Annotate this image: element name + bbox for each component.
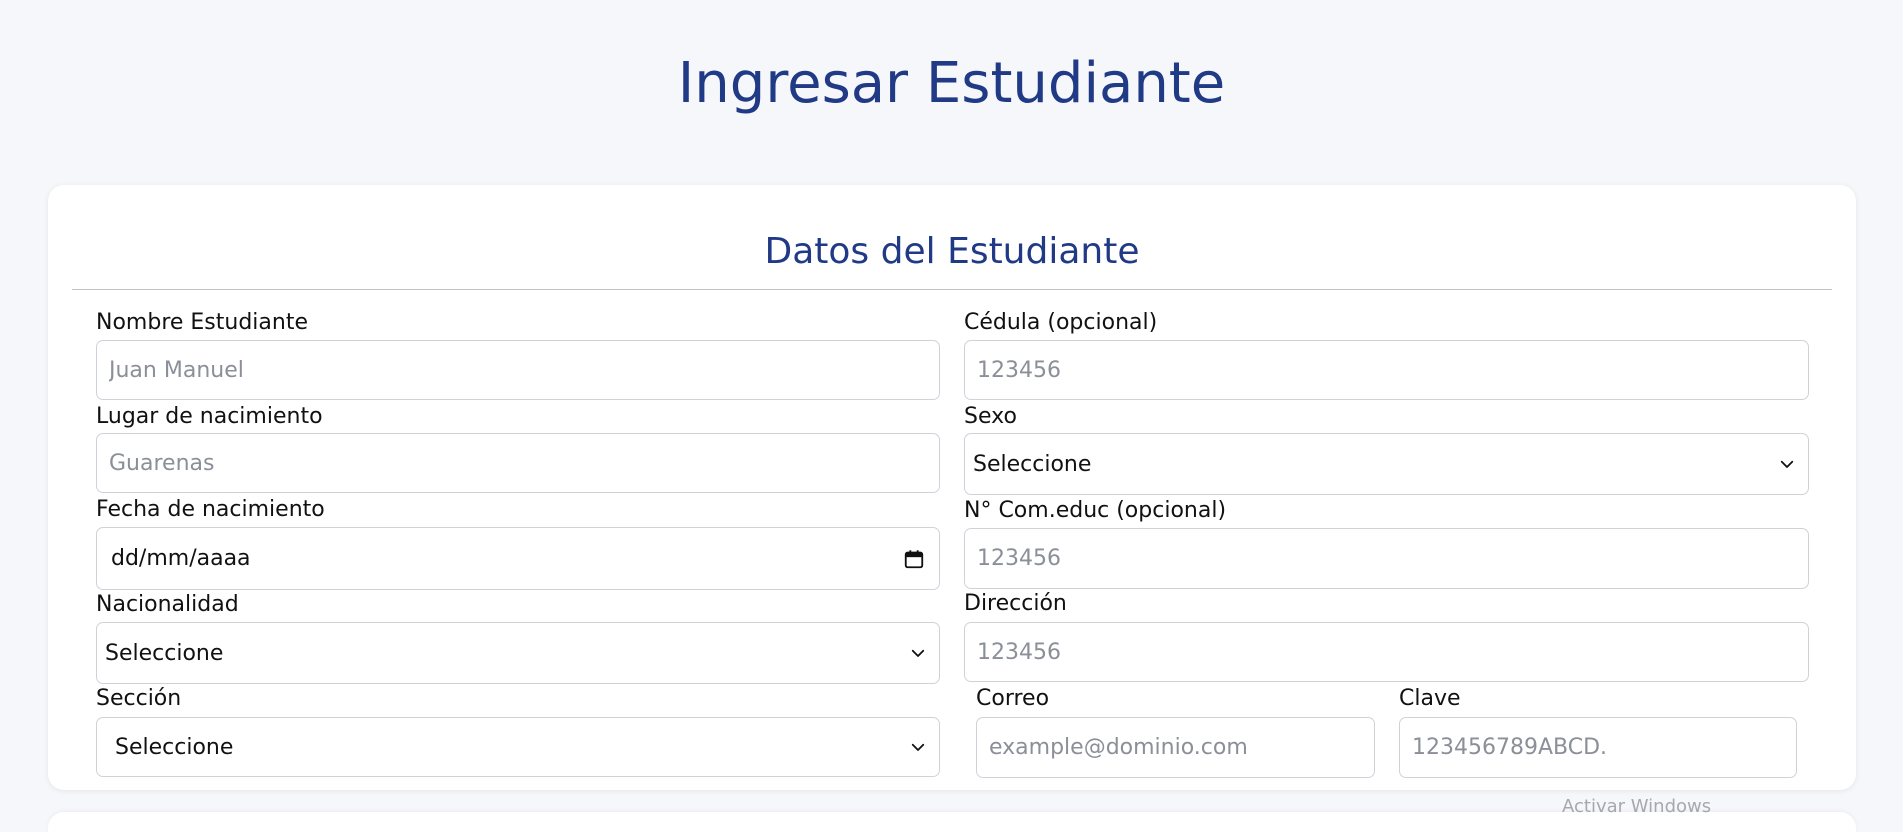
clave-input[interactable] [1399, 717, 1797, 778]
nacionalidad-select[interactable]: Seleccione [96, 622, 940, 684]
seccion-select[interactable]: Seleccione [96, 717, 940, 777]
nombre-label: Nombre Estudiante [96, 310, 308, 335]
lugar-nacimiento-input[interactable] [96, 433, 940, 493]
nacionalidad-label: Nacionalidad [96, 592, 239, 617]
chevron-down-icon [1780, 460, 1794, 468]
direccion-label: Dirección [964, 591, 1067, 616]
lugar-label: Lugar de nacimiento [96, 404, 323, 429]
nombre-input[interactable] [96, 340, 940, 400]
section-divider [72, 289, 1832, 290]
correo-label: Correo [976, 686, 1050, 711]
comeduc-label: N° Com.educ (opcional) [964, 498, 1227, 523]
cedula-input[interactable] [964, 340, 1809, 400]
nacionalidad-select-value: Seleccione [105, 640, 224, 666]
activation-watermark: Activar Windows [1562, 796, 1712, 817]
seccion-label: Sección [96, 686, 182, 711]
fecha-label: Fecha de nacimiento [96, 497, 325, 522]
sexo-select[interactable]: Seleccione [964, 433, 1809, 495]
fecha-nacimiento-input[interactable]: dd/mm/aaaa [96, 527, 940, 590]
chevron-down-icon [911, 743, 925, 751]
sexo-label: Sexo [964, 404, 1017, 429]
student-form-card: Datos del Estudiante Nombre Estudiante C… [48, 185, 1856, 790]
chevron-down-icon [911, 649, 925, 657]
direccion-input[interactable] [964, 622, 1809, 682]
correo-input[interactable] [976, 717, 1375, 778]
sexo-select-value: Seleccione [973, 451, 1092, 477]
calendar-icon[interactable] [903, 548, 925, 570]
clave-label: Clave [1399, 686, 1461, 711]
comeduc-input[interactable] [964, 528, 1809, 589]
section-title: Datos del Estudiante [764, 231, 1140, 272]
fecha-value: dd/mm/aaaa [111, 546, 251, 571]
page-title: Ingresar Estudiante [677, 51, 1226, 116]
seccion-select-value: Seleccione [115, 734, 234, 760]
cedula-label: Cédula (opcional) [964, 310, 1158, 335]
